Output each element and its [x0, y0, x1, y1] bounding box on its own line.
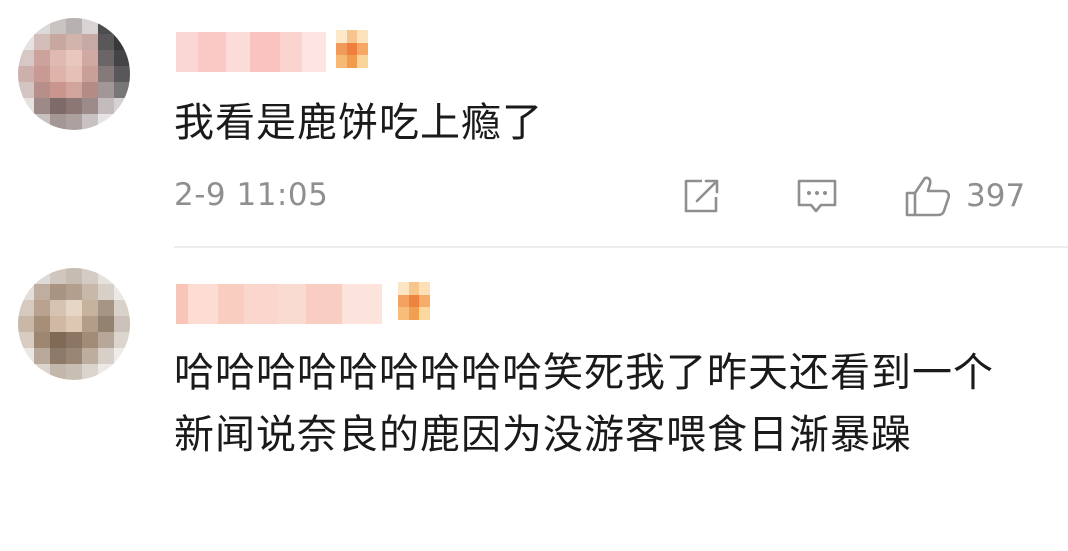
reply-button[interactable] [794, 175, 840, 217]
comment-time: 2-9 11:05 [174, 177, 329, 213]
level-badge [336, 30, 368, 68]
username-redacted[interactable] [176, 284, 382, 324]
username-redacted[interactable] [176, 32, 326, 72]
comment-item: 哈哈哈哈哈哈哈哈哈笑死我了昨天还看到一个新闻说奈良的鹿因为没游客喂食日渐暴躁 [0, 248, 1068, 551]
avatar[interactable] [18, 18, 130, 130]
comment-item: 我看是鹿饼吃上瘾了 2-9 11:05 397 [0, 0, 1068, 248]
comment-text: 我看是鹿饼吃上瘾了 [174, 100, 543, 146]
comment-list: 我看是鹿饼吃上瘾了 2-9 11:05 397 哈哈哈哈哈哈哈哈哈笑死我了昨天还… [0, 0, 1068, 551]
reply-icon [797, 179, 837, 213]
share-icon [684, 179, 719, 213]
like-button[interactable]: 397 [902, 175, 1025, 217]
avatar[interactable] [18, 268, 130, 380]
comment-text: 哈哈哈哈哈哈哈哈哈笑死我了昨天还看到一个新闻说奈良的鹿因为没游客喂食日渐暴躁 [174, 350, 994, 458]
comment-meta: 2-9 11:05 397 [174, 175, 1034, 219]
level-badge [398, 282, 430, 320]
like-count: 397 [966, 178, 1026, 214]
like-icon [905, 176, 951, 217]
share-button[interactable] [680, 175, 726, 217]
